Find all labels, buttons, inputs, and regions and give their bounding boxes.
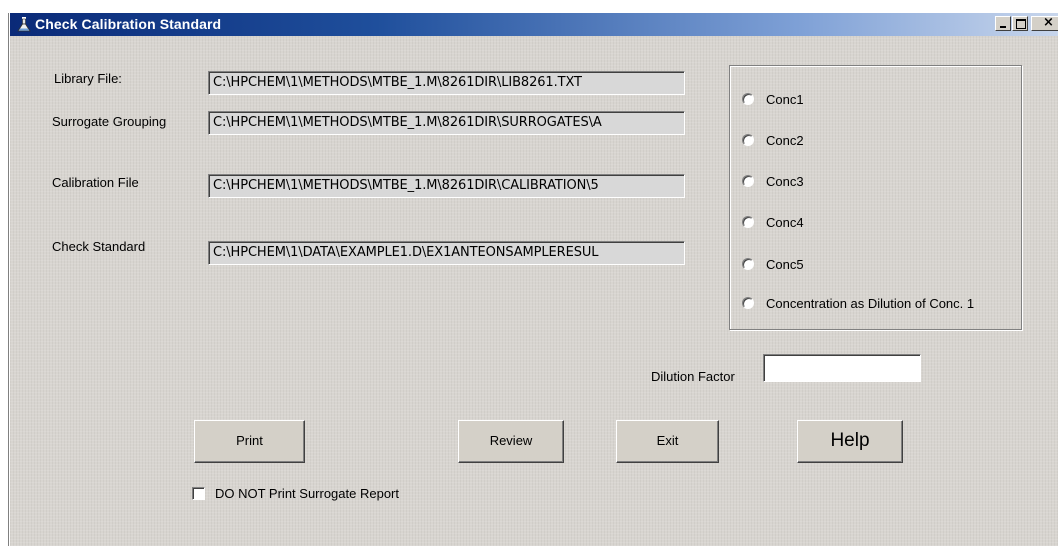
dilution-factor-label: Dilution Factor: [651, 369, 735, 384]
library-file-field[interactable]: C:\HPCHEM\1\METHODS\MTBE_1.M\8261DIR\LIB…: [208, 71, 685, 95]
radio-button[interactable]: [742, 175, 754, 187]
surrogate-report-checkbox[interactable]: [192, 487, 205, 500]
calibration-file-field[interactable]: C:\HPCHEM\1\METHODS\MTBE_1.M\8261DIR\CAL…: [208, 174, 685, 198]
radio-label: Concentration as Dilution of Conc. 1: [766, 296, 975, 311]
close-icon: ×: [1043, 15, 1054, 30]
exit-button[interactable]: Exit: [616, 420, 719, 463]
radio-button[interactable]: [742, 216, 754, 228]
dilution-factor-input[interactable]: [763, 354, 921, 382]
help-button[interactable]: Help: [797, 420, 903, 463]
maximize-button[interactable]: [1012, 16, 1028, 31]
library-file-label: Library File:: [54, 71, 122, 86]
radio-label: Conc1: [766, 92, 804, 107]
dialog-window: Check Calibration Standard × Library Fil…: [9, 13, 1058, 546]
radio-button[interactable]: [742, 93, 754, 105]
radio-button[interactable]: [742, 297, 754, 309]
review-button[interactable]: Review: [458, 420, 564, 463]
calibration-file-label: Calibration File: [52, 175, 139, 190]
radio-button[interactable]: [742, 258, 754, 270]
minimize-button[interactable]: [995, 16, 1011, 31]
radio-label: Conc5: [766, 257, 804, 272]
surrogate-grouping-field[interactable]: C:\HPCHEM\1\METHODS\MTBE_1.M\8261DIR\SUR…: [208, 111, 685, 135]
check-standard-field[interactable]: C:\HPCHEM\1\DATA\EXAMPLE1.D\EX1ANTEONSAM…: [208, 241, 685, 265]
check-standard-label: Check Standard: [52, 239, 146, 254]
print-button[interactable]: Print: [194, 420, 305, 463]
title-bar[interactable]: Check Calibration Standard ×: [10, 13, 1058, 36]
concentration-radio-group: Conc1 Conc2 Conc3 Conc4 Conc5 Concentrat…: [729, 65, 1022, 330]
radio-label: Conc2: [766, 133, 804, 148]
radio-label: Conc3: [766, 174, 804, 189]
window-title: Check Calibration Standard: [35, 16, 222, 32]
flask-icon: [17, 17, 31, 32]
surrogate-report-label: DO NOT Print Surrogate Report: [215, 486, 399, 501]
radio-button[interactable]: [742, 134, 754, 146]
radio-label: Conc4: [766, 215, 804, 230]
surrogate-grouping-label: Surrogate Grouping: [52, 114, 167, 129]
close-button[interactable]: ×: [1031, 15, 1058, 31]
